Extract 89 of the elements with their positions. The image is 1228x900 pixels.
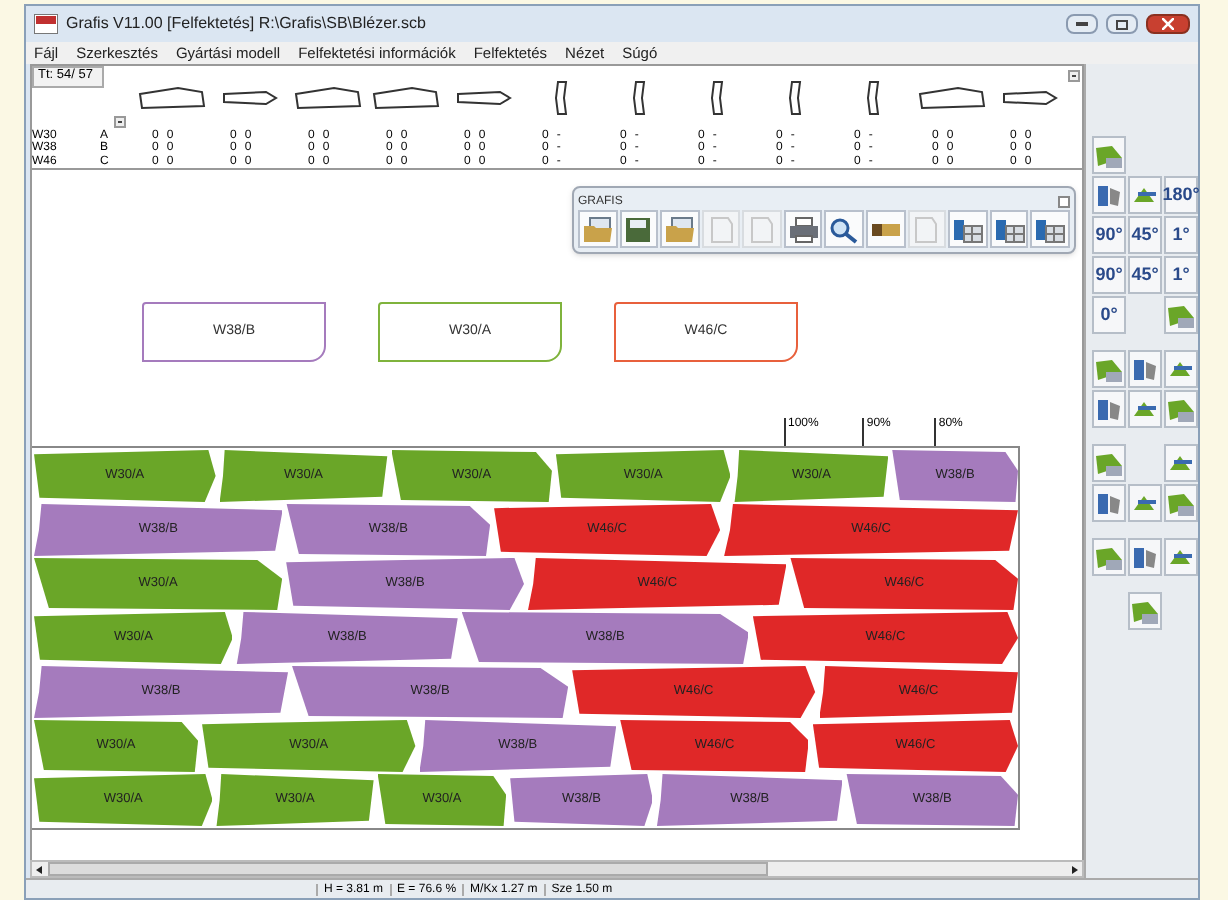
pattern-outline-icon [917,83,985,112]
printer-icon [787,215,820,243]
tool-icon [1094,449,1124,477]
toolbar-button[interactable] [1030,210,1070,248]
tool-icon [1094,489,1124,517]
tool-icon [1094,355,1124,383]
close-button[interactable] [1146,14,1190,34]
pattern-outline-icon [553,79,569,116]
palette-button[interactable]: 45° [1128,256,1162,294]
angle-label: 1° [1172,266,1190,284]
table-icon [1034,215,1067,243]
palette-button[interactable] [1128,538,1162,576]
tool-icon [1094,181,1124,209]
palette-button[interactable] [1092,538,1126,576]
pattern-outline-icon [631,79,647,116]
page-icon [705,215,738,243]
pattern-outline-icon [221,89,277,106]
pattern-outline-icon [137,83,205,112]
toolbar-button[interactable] [824,210,865,248]
tool-icon [1166,301,1196,329]
palette-button[interactable] [1164,538,1198,576]
palette-button[interactable] [1092,136,1126,174]
palette-button[interactable] [1128,484,1162,522]
save-icon [622,215,655,243]
pattern-outline-icon [787,79,803,116]
tool-icon [1166,395,1196,423]
search-icon [828,215,861,243]
palette-button[interactable]: 0° [1092,296,1126,334]
tool-icon [1130,355,1160,383]
toolbar-button[interactable] [989,210,1029,248]
pattern-outline-icon [865,79,881,116]
palette-button[interactable] [1128,592,1162,630]
pattern-outline-icon [371,83,439,112]
minimize-icon [1076,22,1088,26]
table-icon [993,215,1026,243]
palette-button[interactable] [1164,390,1198,428]
toolbar-button[interactable] [578,210,618,248]
minimize-button[interactable] [1066,14,1098,34]
tool-icon [1130,597,1160,625]
palette-button[interactable] [1092,176,1126,214]
pattern-outline-icon [293,83,361,112]
pattern-outline-icon [455,89,511,106]
table-icon [951,215,984,243]
horizontal-scrollbar[interactable] [30,860,1084,878]
palette-button[interactable]: 180° [1164,176,1198,214]
palette-button[interactable] [1128,390,1162,428]
palette-button[interactable] [1164,350,1198,388]
tool-icon [1094,543,1124,571]
folder-icon [581,215,614,243]
palette-button[interactable] [1092,350,1126,388]
palette-button[interactable] [1128,176,1162,214]
palette-button[interactable] [1164,444,1198,482]
palette-button[interactable] [1164,296,1198,334]
palette-button[interactable]: 90° [1092,216,1126,254]
angle-label: 1° [1172,226,1190,244]
toolbar-button[interactable] [866,210,906,248]
scrollbar-thumb[interactable] [48,862,768,876]
angle-label: 180° [1162,186,1200,204]
page-icon [746,215,779,243]
tool-icon [1130,543,1160,571]
palette-button[interactable] [1164,484,1198,522]
window-title: Grafis V11.00 [Felfektetés] R:\Grafis\SB\Blézer.scb [66,12,428,36]
toolbar-button[interactable] [619,210,659,248]
angle-label: 45° [1131,226,1159,244]
tool-icon [1094,395,1124,423]
palette-button[interactable]: 1° [1164,216,1198,254]
maximize-icon [1116,19,1128,29]
palette-button[interactable] [1128,350,1162,388]
toolbar-button[interactable] [783,210,823,248]
palette-button[interactable] [1092,484,1126,522]
page-icon [910,215,943,243]
palette-button[interactable] [1092,390,1126,428]
palette-button[interactable]: 90° [1092,256,1126,294]
pattern-outline-icon [709,79,725,116]
toolbar-button[interactable] [660,210,700,248]
toolbar-button[interactable] [948,210,988,248]
palette-button[interactable]: 45° [1128,216,1162,254]
angle-label: 0° [1100,306,1118,324]
tool-icon [1094,141,1124,169]
maximize-button[interactable] [1106,14,1138,34]
angle-label: 90° [1095,226,1123,244]
palette-button[interactable]: 1° [1164,256,1198,294]
app-icon [34,14,58,34]
angle-label: 45° [1131,266,1159,284]
tool-icon [1166,489,1196,517]
pattern-outline-icon [1001,89,1057,106]
folder-icon [663,215,696,243]
angle-label: 90° [1095,266,1123,284]
palette-button[interactable] [1092,444,1126,482]
